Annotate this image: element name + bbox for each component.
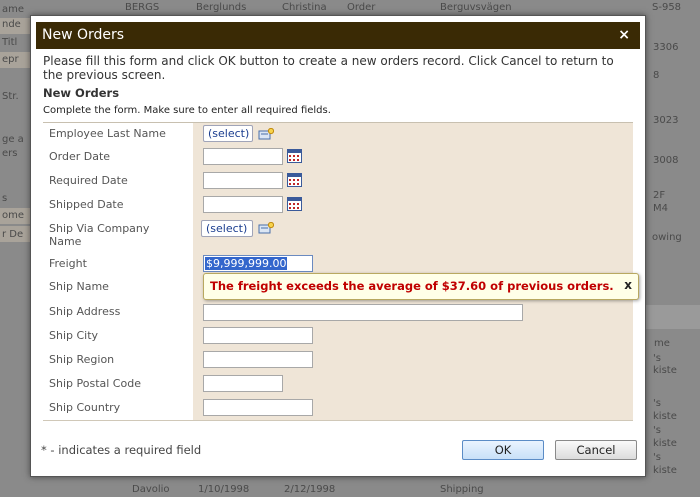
bg-cell: me: [654, 338, 670, 349]
bg-cell: Str.: [2, 91, 19, 102]
field-label: Required Date: [49, 174, 128, 187]
bg-cell: Titl: [2, 37, 18, 48]
bg-cell: Christina: [282, 2, 327, 13]
field-row-employee-last-name: Employee Last Name (select): [43, 123, 633, 147]
field-row-order-date: Order Date: [43, 146, 633, 171]
required-date-input[interactable]: [203, 172, 283, 189]
lookup-icon[interactable]: [258, 222, 274, 234]
calendar-icon[interactable]: [287, 173, 302, 187]
bg-cell: Berguvsvägen: [440, 2, 512, 13]
freight-input[interactable]: $9,999,999.00: [203, 255, 313, 272]
dialog-intro: Please fill this form and click OK butto…: [43, 54, 614, 82]
field-row-ship-address: Ship Address: [43, 300, 633, 325]
bg-cell: 3023: [653, 115, 679, 126]
field-label: Ship Region: [49, 353, 115, 366]
required-field-note: * - indicates a required field: [41, 443, 202, 457]
ship-via-select[interactable]: (select): [201, 220, 253, 237]
ship-country-input[interactable]: [203, 399, 313, 416]
bg-cell: ge a: [2, 134, 24, 145]
form-description: Complete the form. Make sure to enter al…: [43, 105, 331, 116]
cancel-button[interactable]: Cancel: [555, 440, 637, 460]
tooltip-close-icon[interactable]: x: [624, 278, 632, 292]
field-row-ship-city: Ship City: [43, 324, 633, 349]
lookup-icon[interactable]: [258, 128, 274, 140]
field-row-ship-via: Ship Via Company Name (select): [43, 218, 633, 253]
bg-cell: M4: [653, 203, 668, 214]
bg-cell: owing: [652, 232, 682, 243]
bg-cell: 2/12/1998: [284, 484, 336, 495]
tooltip-message: The freight exceeds the average of $37.6…: [210, 279, 614, 293]
dialog-title: New Orders: [42, 27, 125, 43]
field-row-ship-region: Ship Region: [43, 348, 633, 373]
freight-validation-tooltip: The freight exceeds the average of $37.6…: [203, 273, 639, 300]
bg-cell: 1/10/1998: [198, 484, 250, 495]
field-label: Freight: [49, 257, 87, 270]
bg-cell: Shipping: [440, 484, 484, 495]
calendar-icon[interactable]: [287, 197, 302, 211]
freight-value: $9,999,999.00: [205, 257, 288, 270]
field-label: Ship Address: [49, 305, 121, 318]
bg-cell: kiste: [653, 438, 677, 449]
field-label: Order Date: [49, 150, 111, 163]
field-label: Employee Last Name: [49, 127, 166, 140]
bg-cell: kiste: [653, 411, 677, 422]
bg-cell: ers: [2, 148, 18, 159]
ship-address-input[interactable]: [203, 304, 523, 321]
employee-select[interactable]: (select): [203, 125, 253, 142]
bg-cell: ome: [2, 210, 25, 221]
bg-cell: Davolio: [132, 484, 170, 495]
field-row-ship-country: Ship Country: [43, 396, 633, 421]
field-row-shipped-date: Shipped Date: [43, 194, 633, 219]
bg-cell: nde: [2, 19, 21, 30]
bg-cell: epr: [2, 54, 19, 65]
field-label: Shipped Date: [49, 198, 124, 211]
ship-city-input[interactable]: [203, 327, 313, 344]
bg-cell: Berglunds: [196, 2, 247, 13]
bg-cell: 8: [653, 70, 660, 81]
bg-cell: s: [2, 193, 8, 204]
field-label: Ship Name: [49, 280, 109, 293]
ship-postal-code-input[interactable]: [203, 375, 283, 392]
field-label: Ship Via Company Name: [49, 222, 150, 248]
ship-region-input[interactable]: [203, 351, 313, 368]
field-label: Ship City: [49, 329, 99, 342]
bg-cell: kiste: [653, 365, 677, 376]
order-date-input[interactable]: [203, 148, 283, 165]
field-row-ship-postal-code: Ship Postal Code: [43, 372, 633, 397]
close-icon[interactable]: ×: [618, 22, 630, 49]
bg-cell: 's: [653, 398, 661, 409]
bg-cell: kiste: [653, 465, 677, 476]
bg-cell: 's: [653, 353, 661, 364]
bg-cell: Order: [347, 2, 376, 13]
bg-cell: ame: [2, 4, 25, 15]
field-label: Ship Country: [49, 401, 121, 414]
bg-cell: 3306: [653, 42, 679, 53]
calendar-icon[interactable]: [287, 149, 302, 163]
bg-cell: 's: [653, 452, 661, 463]
field-label: Ship Postal Code: [49, 377, 141, 390]
ok-button[interactable]: OK: [462, 440, 544, 460]
bg-cell: S-958: [652, 2, 682, 13]
new-orders-dialog: New Orders × Please fill this form and c…: [30, 15, 646, 477]
field-row-required-date: Required Date: [43, 170, 633, 195]
form-heading: New Orders: [43, 86, 120, 100]
bg-cell: r De: [2, 229, 24, 240]
bg-cell: BERGS: [125, 2, 160, 13]
bg-cell: 3008: [653, 155, 679, 166]
bg-cell: 2F: [653, 190, 666, 201]
dialog-titlebar: New Orders ×: [36, 22, 640, 49]
bg-cell: 's: [653, 425, 661, 436]
shipped-date-input[interactable]: [203, 196, 283, 213]
